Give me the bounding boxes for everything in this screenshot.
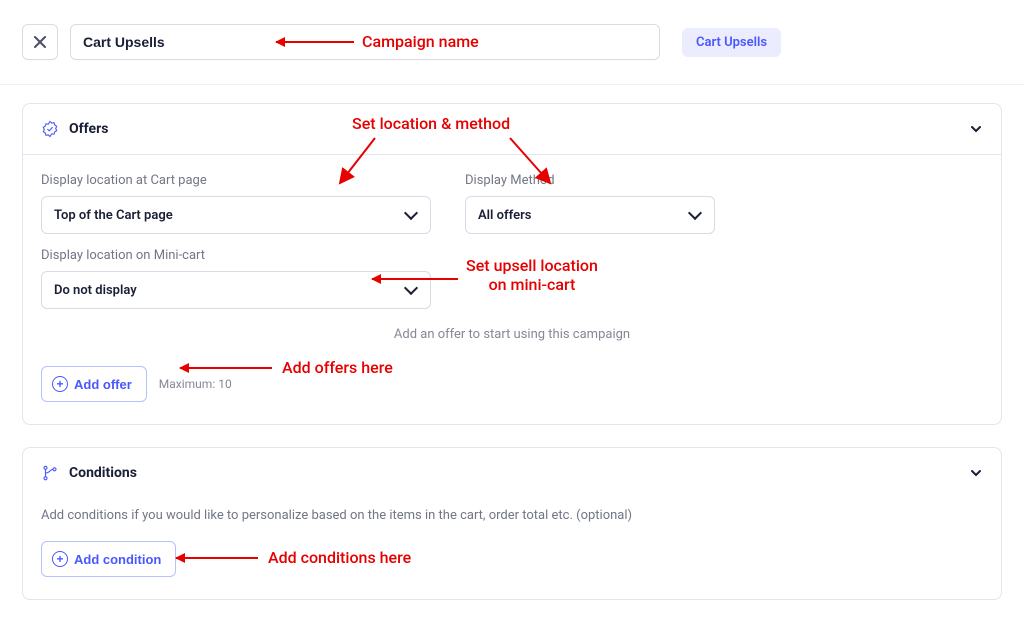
add-offer-button[interactable]: + Add offer: [41, 366, 147, 402]
conditions-panel-header[interactable]: Conditions: [23, 448, 1001, 498]
conditions-panel: Conditions Add conditions if you would l…: [22, 447, 1002, 600]
display-method-select[interactable]: All offers: [465, 196, 715, 234]
conditions-title: Conditions: [69, 465, 137, 481]
location-mini-select[interactable]: Do not display: [41, 271, 431, 309]
close-button[interactable]: [22, 24, 58, 60]
branch-icon: [41, 464, 59, 482]
chevron-down-icon: [969, 466, 983, 480]
offers-empty-hint: Add an offer to start using this campaig…: [41, 309, 983, 350]
location-mini-value: Do not display: [54, 283, 137, 298]
offers-title: Offers: [69, 121, 108, 137]
display-method-value: All offers: [478, 208, 531, 223]
add-condition-label: Add condition: [74, 552, 161, 567]
conditions-help-text: Add conditions if you would like to pers…: [41, 508, 983, 523]
location-cart-value: Top of the Cart page: [54, 208, 173, 223]
display-method-label: Display Method: [465, 173, 715, 188]
add-condition-button[interactable]: + Add condition: [41, 541, 176, 577]
badge-icon: [41, 120, 59, 138]
location-cart-label: Display location at Cart page: [41, 173, 431, 188]
location-cart-select[interactable]: Top of the Cart page: [41, 196, 431, 234]
offers-panel-header[interactable]: Offers: [23, 104, 1001, 155]
campaign-name-input[interactable]: [70, 24, 660, 60]
chevron-down-icon: [969, 122, 983, 136]
plus-circle-icon: +: [52, 551, 68, 567]
max-note: Maximum: 10: [159, 377, 232, 391]
campaign-type-chip: Cart Upsells: [682, 28, 781, 57]
add-offer-label: Add offer: [74, 377, 132, 392]
location-mini-label: Display location on Mini-cart: [41, 248, 983, 263]
plus-circle-icon: +: [52, 376, 68, 392]
close-icon: [34, 36, 46, 48]
topbar: Cart Upsells: [0, 0, 1024, 85]
offers-panel-body: Display location at Cart page Top of the…: [23, 155, 1001, 424]
offers-panel: Offers Display location at Cart page Top…: [22, 103, 1002, 425]
